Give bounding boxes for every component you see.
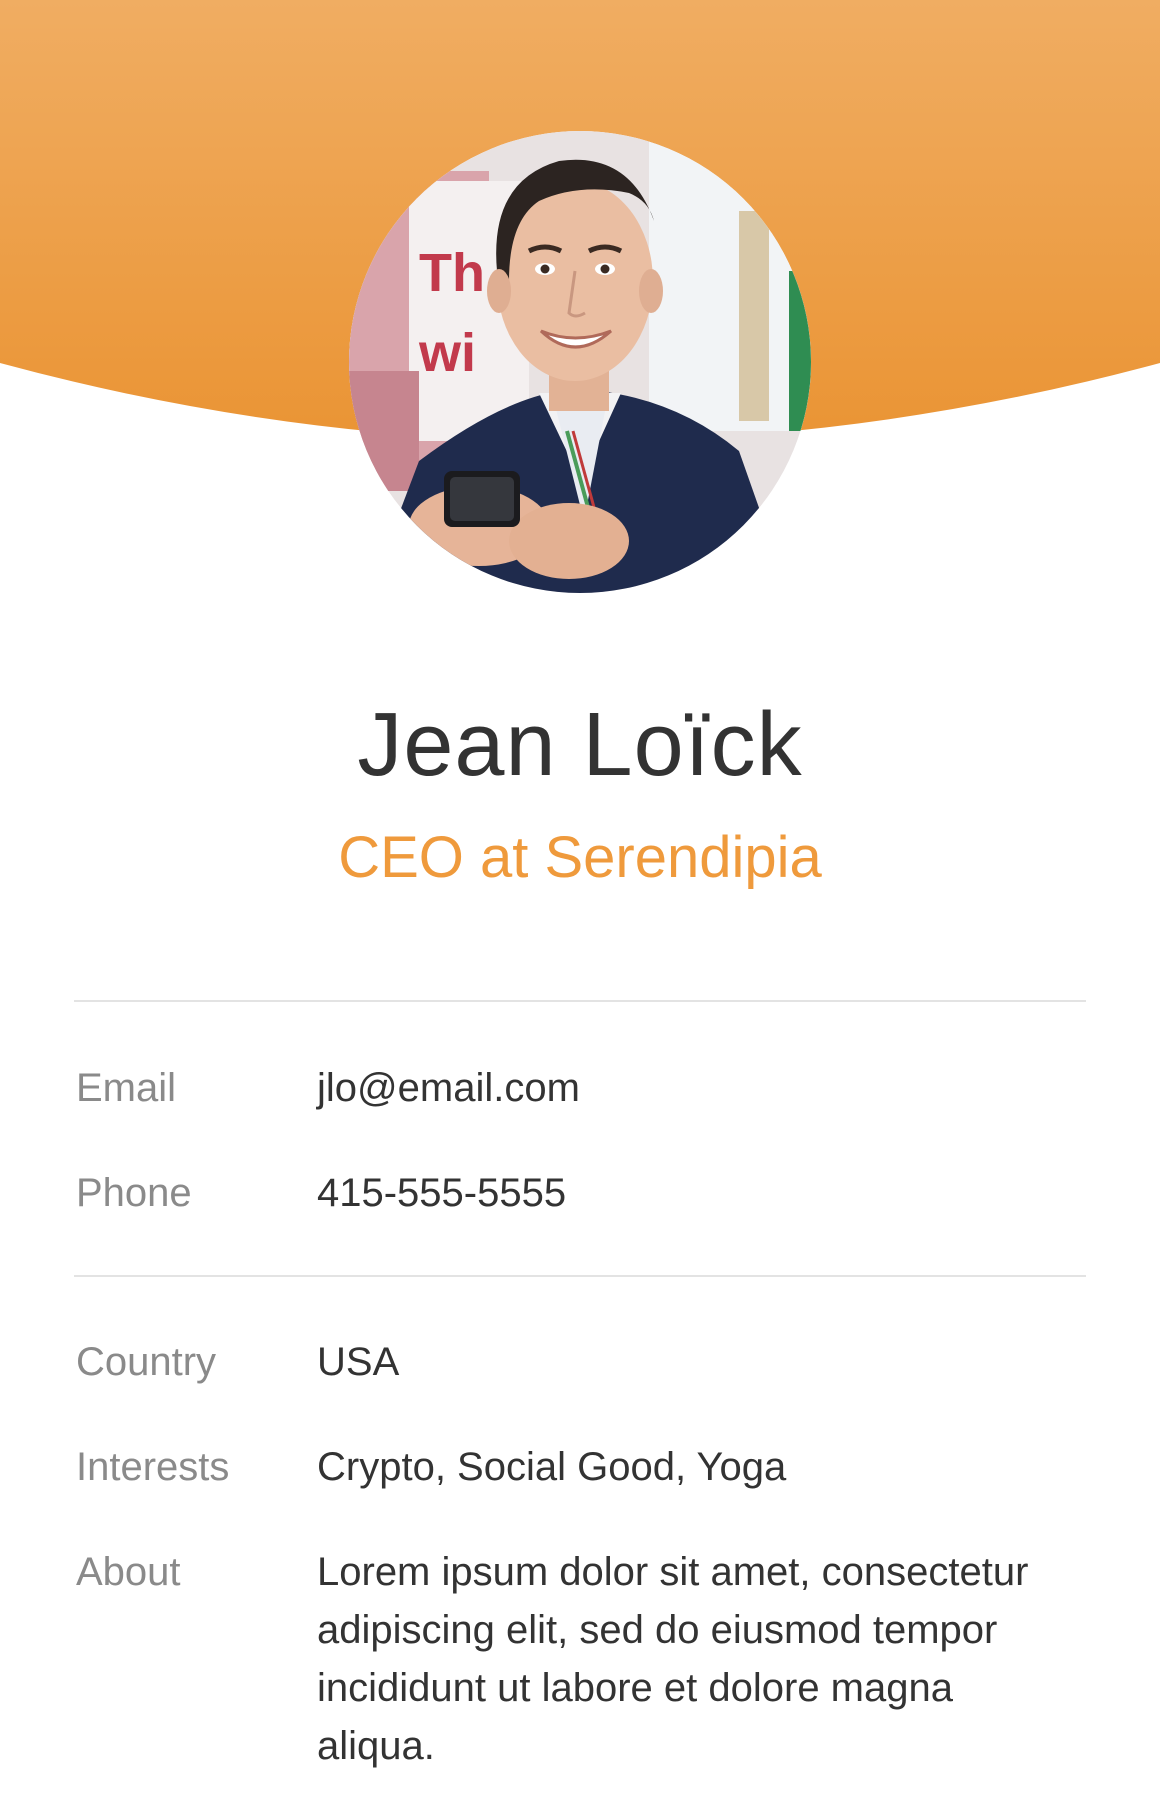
phone-label: Phone (76, 1171, 192, 1215)
avatar: Th wi (349, 131, 811, 593)
interests-label: Interests (76, 1445, 230, 1489)
profile-card: Th wi Jean Loïck CEO at Serendipia Email… (0, 0, 1160, 1820)
phone-value[interactable]: 415-555-5555 (317, 1164, 1077, 1222)
divider-middle (74, 1275, 1086, 1277)
profile-title: CEO at Serendipia (338, 825, 822, 890)
country-label: Country (76, 1340, 217, 1384)
country-value: USA (317, 1340, 400, 1384)
svg-text:Th: Th (419, 243, 485, 303)
email-label: Email (76, 1066, 177, 1110)
email-value[interactable]: jlo@email.com (317, 1059, 1077, 1117)
divider-top (74, 1000, 1086, 1002)
profile-name: Jean Loïck (357, 695, 803, 795)
interests-value: Crypto, Social Good, Yoga (317, 1445, 787, 1489)
about-label: About (76, 1550, 181, 1594)
profile-photo: Th wi (349, 131, 811, 593)
about-value: Lorem ipsum dolor sit amet, consectetur … (317, 1550, 1029, 1768)
svg-text:wi: wi (418, 323, 476, 383)
